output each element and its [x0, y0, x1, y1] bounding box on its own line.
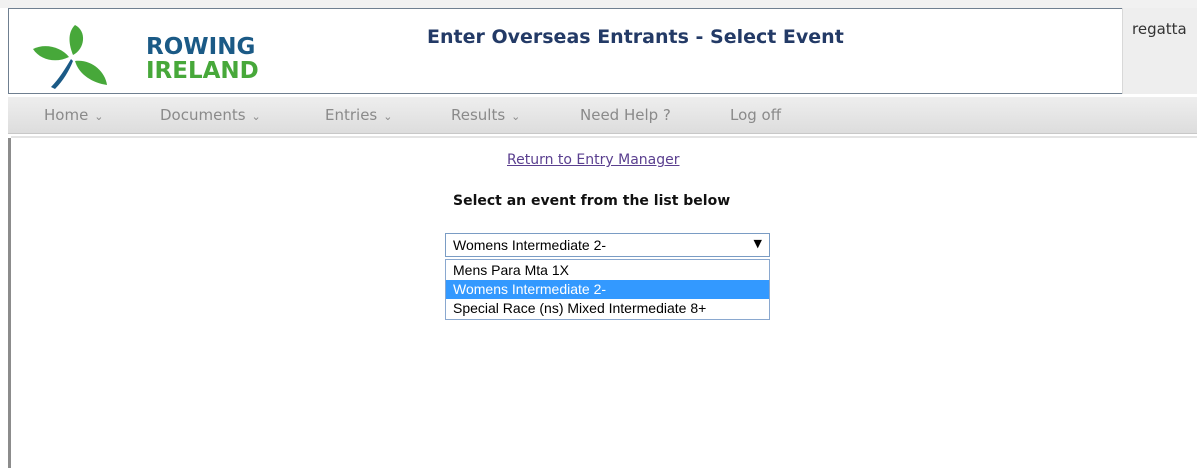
nav-item-home[interactable]: Home ⌄ — [44, 106, 104, 124]
chevron-down-icon: ⌄ — [383, 110, 393, 123]
nav-item-log-off[interactable]: Log off — [730, 106, 781, 124]
dropdown-arrow-icon: ▼ — [753, 237, 762, 250]
logo-line-rowing: ROWING — [146, 34, 256, 60]
chevron-down-icon: ⌄ — [251, 110, 261, 123]
user-name: regatta — [1132, 20, 1187, 38]
page: ROWING IRELAND Enter Overseas Entrants -… — [0, 0, 1197, 468]
nav-item-label: Results — [451, 106, 506, 124]
logo-wordmark: ROWING IRELAND — [146, 35, 259, 83]
nav-item-label: Log off — [730, 106, 782, 124]
nav-item-documents[interactable]: Documents ⌄ — [160, 106, 261, 124]
content-divider — [11, 136, 1197, 138]
page-title: Enter Overseas Entrants - Select Event — [427, 26, 844, 48]
nav-item-need-help[interactable]: Need Help ? — [580, 106, 671, 124]
event-options-list: Mens Para Mta 1X Womens Intermediate 2- … — [445, 259, 770, 320]
rowing-ireland-logo-icon[interactable] — [31, 21, 111, 91]
nav-item-label: Need Help ? — [580, 106, 671, 124]
chevron-down-icon: ⌄ — [94, 110, 104, 123]
chevron-down-icon: ⌄ — [511, 110, 521, 123]
event-select-value: Womens Intermediate 2- — [453, 237, 607, 253]
logo-line-ireland: IRELAND — [146, 58, 259, 84]
user-panel: regatta — [1122, 8, 1197, 94]
header-top-strip — [0, 0, 1197, 8]
event-option[interactable]: Special Race (ns) Mixed Intermediate 8+ — [446, 299, 769, 318]
content-left-border — [8, 138, 11, 468]
select-event-heading: Select an event from the list below — [453, 193, 731, 209]
event-option[interactable]: Mens Para Mta 1X — [446, 261, 769, 280]
nav-item-results[interactable]: Results ⌄ — [451, 106, 520, 124]
nav-item-entries[interactable]: Entries ⌄ — [325, 106, 392, 124]
return-to-entry-manager-link[interactable]: Return to Entry Manager — [507, 152, 679, 168]
nav-item-label: Documents — [160, 106, 246, 124]
nav-item-label: Entries — [325, 106, 378, 124]
nav-item-label: Home — [44, 106, 89, 124]
main-nav: Home ⌄ Documents ⌄ Entries ⌄ Results ⌄ Need … — [8, 97, 1197, 134]
event-select[interactable]: Womens Intermediate 2- ▼ — [445, 233, 770, 257]
site-header: ROWING IRELAND Enter Overseas Entrants -… — [8, 8, 1197, 94]
event-option-selected[interactable]: Womens Intermediate 2- — [446, 280, 769, 299]
